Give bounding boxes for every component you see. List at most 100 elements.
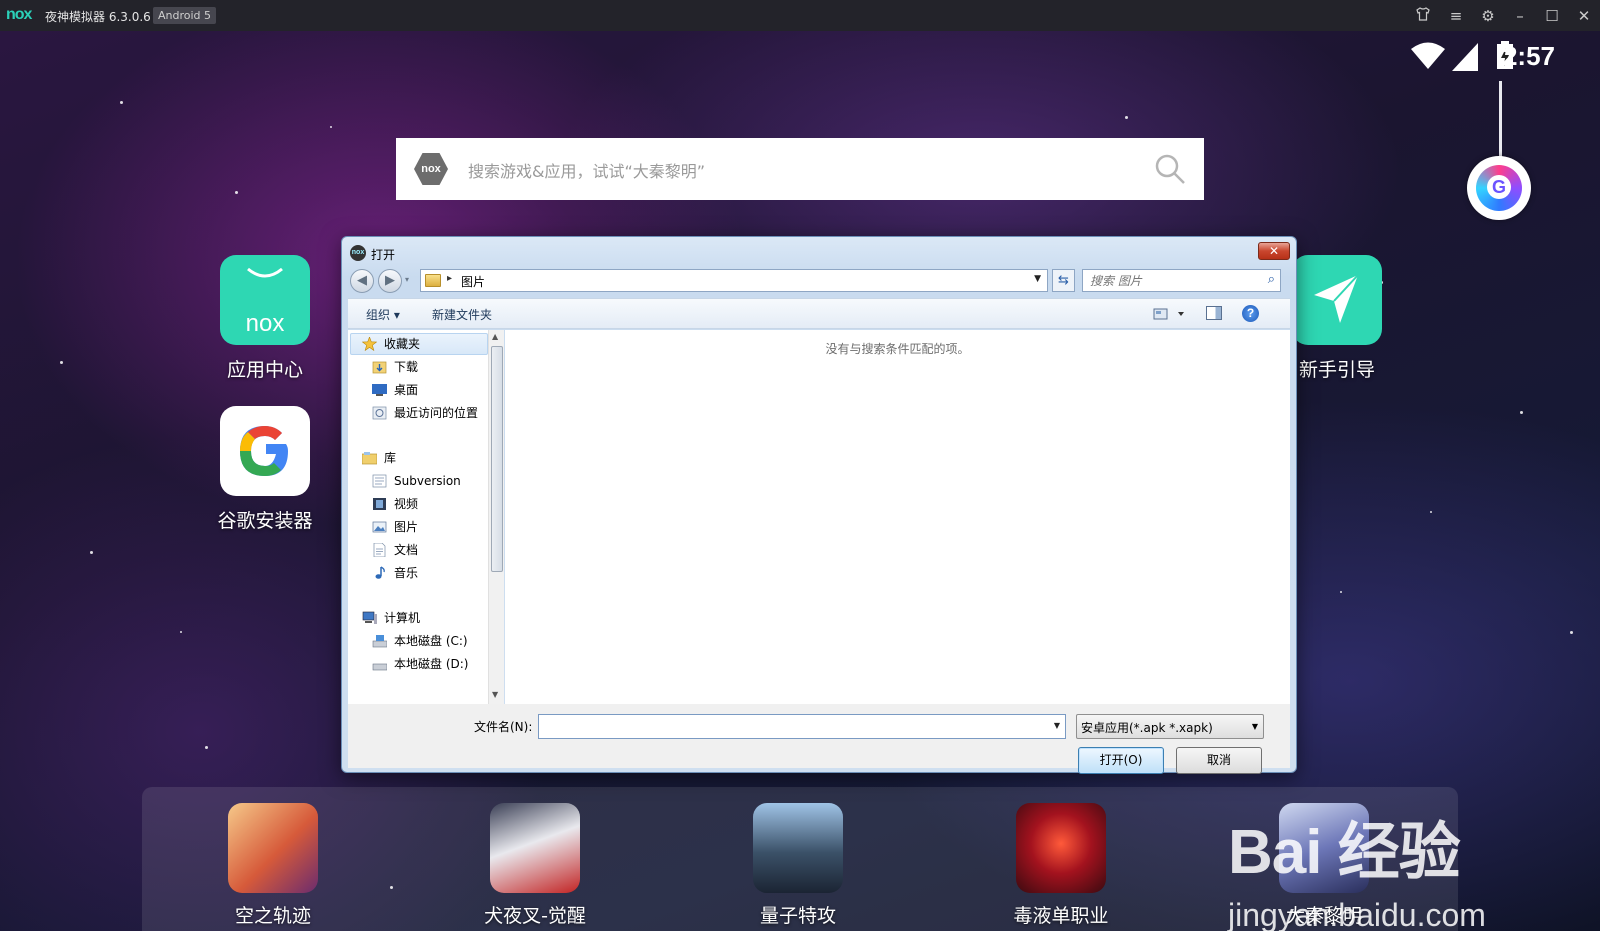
nav-label: 视频: [394, 497, 419, 511]
baidu-jingyan-watermark: Bai 经验 jingyan.baidu.com: [1228, 801, 1486, 931]
dialog-footer: 文件名(N): ▼ 安卓应用(*.apk *.xapk) ▼ 打开(O) 取消: [348, 704, 1290, 774]
recent-places-icon: [372, 406, 387, 420]
search-icon[interactable]: [1154, 153, 1186, 185]
nox-logo: nox: [6, 6, 32, 23]
change-view-button[interactable]: [1152, 304, 1188, 324]
video-library-icon: [372, 497, 387, 511]
address-dropdown-icon[interactable]: ▼: [1034, 274, 1041, 284]
dock-app-label: 量子特攻: [759, 905, 836, 927]
filetype-dropdown-icon: ▼: [1251, 722, 1258, 731]
open-button[interactable]: 打开(O): [1078, 747, 1164, 774]
nav-label: 库: [384, 451, 397, 465]
nox-dialog-icon: nox: [350, 245, 366, 261]
nav-label: 本地磁盘 (C:): [394, 634, 468, 648]
search-placeholder: 搜索游戏&应用，试试“大秦黎明”: [468, 162, 706, 181]
nav-label: 计算机: [384, 611, 421, 625]
address-bar[interactable]: ▸ 图片 ▼: [420, 269, 1048, 292]
nav-label: 桌面: [394, 383, 419, 397]
status-clock: 2:57: [1502, 41, 1555, 71]
help-button[interactable]: ?: [1242, 305, 1259, 322]
game-quantum-icon: [753, 803, 843, 893]
game-inuyasha-icon: [490, 803, 580, 893]
dialog-title: 打开: [371, 248, 396, 262]
cancel-button[interactable]: 取消: [1176, 747, 1262, 774]
scroll-down-icon[interactable]: ▼: [492, 690, 498, 699]
dock-app[interactable]: 量子特攻: [713, 803, 883, 928]
google-installer-icon: [220, 406, 310, 496]
gear-icon[interactable]: ⚙: [1478, 6, 1498, 26]
libraries-icon: [361, 451, 378, 465]
filename-dropdown-icon[interactable]: ▼: [1054, 721, 1060, 730]
watermark-brand: Bai 经验: [1228, 818, 1461, 887]
close-icon[interactable]: ✕: [1574, 6, 1594, 26]
music-note-icon: [372, 566, 387, 580]
filetype-value: 安卓应用(*.apk *.xapk): [1081, 721, 1213, 735]
dock-app-label: 毒液单职业: [1013, 905, 1109, 927]
nav-label: 下载: [394, 360, 419, 374]
downloads-folder-icon: [372, 360, 387, 374]
dialog-search-input[interactable]: [1090, 271, 1250, 291]
history-dropdown-icon[interactable]: ▾: [405, 275, 409, 284]
paper-plane-icon: [1292, 255, 1382, 345]
search-icon[interactable]: ⌕: [1268, 272, 1275, 287]
local-disk-icon: [372, 657, 388, 671]
emulator-title-bar: nox 夜神模拟器 6.3.0.6 Android 5 ≡ ⚙ – ☐ ✕: [0, 0, 1600, 31]
forward-button[interactable]: ▶: [378, 269, 402, 293]
new-folder-button[interactable]: 新建文件夹: [432, 306, 492, 323]
maximize-icon[interactable]: ☐: [1542, 6, 1562, 26]
dialog-toolbar: 组织 ▾ 新建文件夹 ?: [348, 298, 1290, 329]
game-sora-icon: [228, 803, 318, 893]
dock-app-label: 空之轨迹: [234, 905, 311, 927]
organize-menu[interactable]: 组织 ▾: [366, 306, 400, 323]
picture-library-icon: [372, 520, 387, 534]
nav-label: 收藏夹: [384, 337, 421, 351]
dialog-search-box[interactable]: ⌕: [1082, 269, 1281, 292]
dock-app-label: 犬夜叉-觉醒: [484, 905, 586, 927]
beginner-guide-shortcut[interactable]: 新手引导: [1282, 255, 1392, 382]
filetype-select[interactable]: 安卓应用(*.apk *.xapk) ▼: [1076, 714, 1264, 739]
menu-icon[interactable]: ≡: [1446, 6, 1466, 26]
back-button[interactable]: ◀: [350, 269, 374, 293]
app-label: 应用中心: [226, 359, 303, 381]
filename-combobox[interactable]: ▼: [538, 714, 1066, 739]
scrollbar-thumb[interactable]: [491, 346, 503, 572]
dock-app[interactable]: 犬夜叉-觉醒: [450, 803, 620, 928]
empty-results-message: 没有与搜索条件匹配的项。: [825, 342, 970, 356]
open-file-dialog: nox 打开 ✕ ◀ ▶ ▾ ▸ 图片 ▼ ⇆ ⌕ 组织 ▾ 新建文件夹 ? 收…: [341, 236, 1297, 774]
float-button-tether: [1499, 81, 1502, 161]
breadcrumb-arrow-icon[interactable]: ▸: [447, 273, 452, 284]
google-installer-shortcut[interactable]: 谷歌安装器: [210, 406, 320, 533]
subversion-library-icon: [372, 474, 387, 488]
signal-icon: [1452, 43, 1478, 71]
watermark-url: jingyan.baidu.com: [1228, 897, 1486, 931]
app-label: 谷歌安装器: [217, 510, 313, 532]
nox-hex-icon: nox: [414, 153, 448, 185]
tshirt-icon[interactable]: [1413, 6, 1433, 26]
dialog-close-button[interactable]: ✕: [1258, 242, 1290, 260]
preview-pane-button[interactable]: [1206, 306, 1222, 320]
nav-pane-scrollbar[interactable]: ▲ ▼: [488, 330, 504, 704]
svg-text:nox: nox: [246, 310, 285, 337]
dock-app[interactable]: 毒液单职业: [976, 803, 1146, 928]
breadcrumb-path[interactable]: 图片: [461, 273, 485, 290]
g-assistant-icon: G: [1487, 175, 1511, 199]
nav-label: Subversion: [394, 474, 461, 488]
app-search-bar[interactable]: nox 搜索游戏&应用，试试“大秦黎明”: [396, 138, 1204, 200]
app-center-shortcut[interactable]: nox 应用中心: [210, 255, 320, 382]
dock-app[interactable]: 空之轨迹: [188, 803, 358, 928]
nav-label: 本地磁盘 (D:): [394, 657, 469, 671]
android-version-badge: Android 5: [153, 7, 217, 24]
documents-library-icon: [372, 542, 387, 558]
star-icon: [361, 336, 378, 352]
floating-assistant-button[interactable]: G: [1467, 156, 1531, 220]
game-venom-icon: [1016, 803, 1106, 893]
computer-icon: [362, 611, 377, 625]
scroll-up-icon[interactable]: ▲: [492, 332, 498, 341]
navigation-pane: 收藏夹 下载 桌面 最近访问的位置 库 Subversion 视频 图片 文档 …: [348, 330, 504, 704]
refresh-button[interactable]: ⇆: [1052, 269, 1075, 292]
filename-input[interactable]: [543, 716, 1043, 737]
minimize-icon[interactable]: –: [1510, 6, 1530, 26]
file-list-area[interactable]: 没有与搜索条件匹配的项。: [505, 330, 1290, 704]
nox-app-center-icon: nox: [220, 255, 310, 345]
folder-icon: [425, 274, 441, 287]
